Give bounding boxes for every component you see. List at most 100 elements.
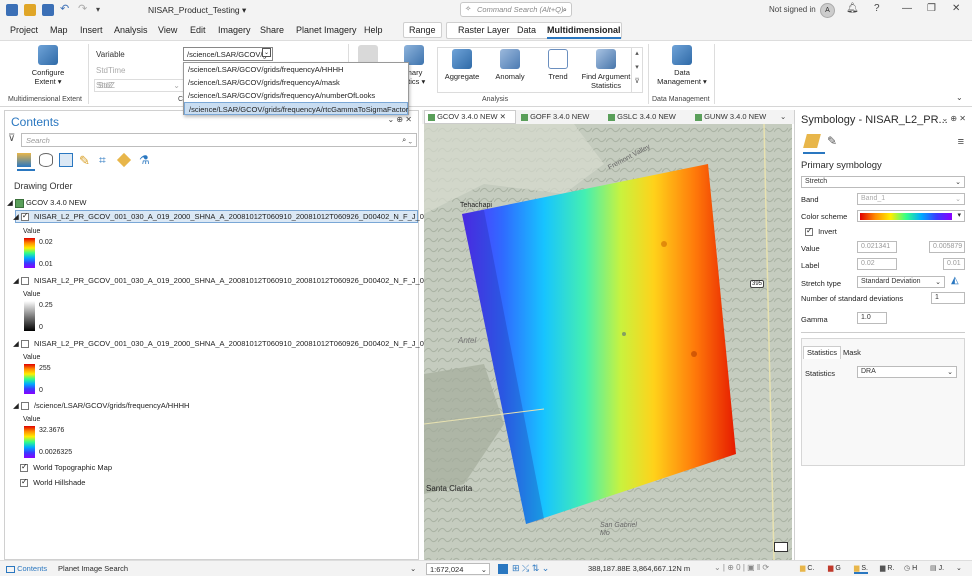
tab-map[interactable]: Map bbox=[50, 25, 68, 35]
close-button[interactable]: ✕ bbox=[952, 3, 960, 14]
pane-options-icon[interactable]: ⌄ ⊕ ✕ bbox=[387, 115, 412, 124]
tab-imagery[interactable]: Imagery bbox=[218, 25, 251, 35]
gallery-scroll[interactable]: ▴ ▾ ⊽ bbox=[631, 47, 642, 93]
label-max-input[interactable]: 0.01 bbox=[943, 258, 965, 270]
tab-help[interactable]: Help bbox=[364, 25, 383, 35]
tab-mask[interactable]: Mask bbox=[843, 348, 861, 357]
contents-search-input[interactable]: Search ⌕ ⌄ bbox=[21, 133, 417, 147]
tab-raster-layer[interactable]: Raster Layer bbox=[458, 25, 510, 35]
collapse-icon[interactable]: ◢ bbox=[13, 276, 19, 285]
histogram-icon[interactable]: ◭ bbox=[951, 275, 959, 286]
num-std-dev-input[interactable]: 1 bbox=[931, 292, 965, 304]
list-by-editing-icon[interactable]: ✎ bbox=[79, 153, 93, 168]
vary-symbology-tab-icon[interactable]: ✎ bbox=[827, 134, 837, 148]
tab-data[interactable]: Data bbox=[517, 25, 536, 35]
label-min-input[interactable]: 0.02 bbox=[857, 258, 897, 270]
dropdown-item[interactable]: /science/LSAR/GCOV/grids/frequencyA/mask bbox=[184, 76, 408, 89]
list-by-data-source-icon[interactable] bbox=[39, 153, 53, 167]
tab-gunw-map[interactable]: GUNW 3.4.0 NEW bbox=[695, 112, 766, 121]
layer-item[interactable]: ◢ NISAR_L2_PR_GCOV_001_030_A_019_2000_SH… bbox=[13, 276, 453, 286]
layer-visibility-checkbox[interactable] bbox=[20, 277, 29, 286]
tab-share[interactable]: Share bbox=[260, 25, 284, 35]
notification-bell-icon[interactable]: 🔔︎ bbox=[846, 3, 859, 14]
layer-visibility-checkbox[interactable] bbox=[20, 462, 28, 473]
planet-image-search-tab[interactable]: Planet Image Search bbox=[58, 564, 128, 573]
tab-multidimensional[interactable]: Multidimensional bbox=[547, 25, 621, 39]
trend-button[interactable]: Trend bbox=[538, 49, 578, 81]
basemap-item[interactable]: World Hillshade bbox=[20, 477, 85, 488]
aggregate-button[interactable]: Aggregate bbox=[442, 49, 482, 81]
invert-checkbox[interactable] bbox=[805, 226, 813, 237]
open-project-icon[interactable] bbox=[24, 4, 36, 16]
list-by-selection-icon[interactable] bbox=[59, 153, 73, 167]
basemap-item[interactable]: World Topographic Map bbox=[20, 462, 112, 473]
anomaly-button[interactable]: Anomaly bbox=[490, 49, 530, 81]
layer-item[interactable]: ◢ NISAR_L2_PR_GCOV_001_030_A_019_2000_SH… bbox=[13, 339, 453, 349]
tab-gslc-map[interactable]: GSLC 3.4.0 NEW bbox=[608, 112, 676, 121]
dropdown-item[interactable]: /science/LSAR/GCOV/grids/frequencyA/numb… bbox=[184, 89, 408, 102]
tab-insert[interactable]: Insert bbox=[80, 25, 103, 35]
grid-icon[interactable] bbox=[498, 564, 508, 574]
pane-options-icon[interactable]: ⌄ ⊕ ✕ bbox=[941, 114, 966, 123]
redo-icon[interactable]: ↷ bbox=[78, 4, 90, 16]
data-management-button[interactable]: Data Management ▾ bbox=[654, 45, 710, 86]
map-item[interactable]: ◢ GCOV 3.4.0 NEW bbox=[7, 198, 86, 208]
chevron-down-icon[interactable]: ⌄ bbox=[956, 564, 962, 572]
tab-goff-map[interactable]: GOFF 3.4.0 NEW bbox=[521, 112, 589, 121]
overview-icon[interactable] bbox=[774, 542, 788, 552]
list-by-perspective-icon[interactable]: ⚗ bbox=[139, 153, 153, 167]
value-min-input[interactable]: 0.021341 bbox=[857, 241, 897, 253]
menu-icon[interactable]: ≡ bbox=[958, 136, 964, 148]
layer-item[interactable]: ◢ NISAR_L2_PR_GCOV_001_030_A_019_2000_SH… bbox=[13, 211, 443, 222]
project-name[interactable]: NISAR_Product_Testing ▾ bbox=[148, 5, 246, 16]
layer-visibility-checkbox[interactable] bbox=[20, 402, 29, 411]
close-icon[interactable]: ✕ bbox=[500, 112, 506, 121]
color-scheme-select[interactable]: ▾ bbox=[857, 210, 965, 222]
bottom-tab-active[interactable]: ▆ S. bbox=[854, 564, 868, 574]
tab-project[interactable]: Project bbox=[10, 25, 38, 35]
find-argument-statistics-button[interactable]: Find Argument Statistics bbox=[580, 49, 632, 90]
dropdown-item[interactable]: /science/LSAR/GCOV/grids/frequencyA/HHHH bbox=[184, 63, 408, 76]
bottom-tab[interactable]: ▤ J. bbox=[930, 564, 944, 572]
tab-analysis[interactable]: Analysis bbox=[114, 25, 148, 35]
tab-range[interactable]: Range bbox=[403, 22, 442, 38]
value-max-input[interactable]: 0.005879 bbox=[929, 241, 965, 253]
layer-item[interactable]: ◢ /science/LSAR/GCOV/grids/frequencyA/HH… bbox=[13, 401, 189, 411]
minimize-button[interactable]: — bbox=[902, 3, 912, 14]
stretch-type-select[interactable]: Standard Deviation ⌄ bbox=[857, 276, 945, 288]
bottom-tab[interactable]: ▆ G bbox=[828, 564, 841, 572]
bottom-tab[interactable]: ▆ R. bbox=[880, 564, 894, 572]
collapse-icon[interactable]: ◢ bbox=[13, 339, 19, 348]
help-button[interactable]: ? bbox=[874, 3, 880, 14]
configure-extent-button[interactable]: Configure Extent ▾ bbox=[26, 45, 70, 86]
variable-select[interactable]: /science/LSAR/GCOV/g ⌄ bbox=[183, 47, 273, 61]
tab-statistics[interactable]: Statistics bbox=[807, 348, 837, 357]
new-project-icon[interactable] bbox=[6, 4, 18, 16]
renderer-select[interactable]: Stretch ⌄ bbox=[801, 176, 965, 188]
restore-button[interactable]: ❐ bbox=[927, 3, 936, 14]
bottom-tab[interactable]: ◷ H bbox=[904, 564, 917, 572]
collapse-ribbon-icon[interactable]: ⌄ bbox=[956, 93, 963, 102]
collapse-icon[interactable]: ◢ bbox=[7, 198, 13, 207]
tabs-overflow-icon[interactable]: ⌄ bbox=[780, 112, 786, 121]
sign-in-status[interactable]: Not signed in bbox=[769, 5, 816, 14]
undo-icon[interactable]: ↶ bbox=[60, 4, 72, 16]
avatar[interactable]: A bbox=[820, 3, 835, 18]
list-by-snapping-icon[interactable]: ⌗ bbox=[99, 153, 113, 167]
tab-gcov-map[interactable]: GCOV 3.4.0 NEW ✕ bbox=[428, 112, 506, 121]
tab-edit[interactable]: Edit bbox=[190, 25, 206, 35]
filter-icon[interactable]: ⊽ bbox=[8, 133, 15, 144]
tab-planet-imagery[interactable]: Planet Imagery bbox=[296, 25, 357, 35]
tab-view[interactable]: View bbox=[158, 25, 177, 35]
contents-tab[interactable]: Contents bbox=[6, 564, 47, 573]
customize-qat-icon[interactable]: ▾ bbox=[96, 4, 108, 16]
navigation-icons[interactable]: ⊞ ⤯ ⇅ ⌄ bbox=[512, 563, 549, 574]
gamma-input[interactable]: 1.0 bbox=[857, 312, 887, 324]
primary-symbology-tab-icon[interactable] bbox=[803, 134, 821, 148]
scale-select[interactable]: 1:672,024 ⌄ bbox=[426, 563, 490, 575]
band-select[interactable]: Band_1 ⌄ bbox=[857, 193, 965, 205]
layer-visibility-checkbox[interactable] bbox=[20, 211, 29, 222]
list-by-drawing-order-icon[interactable] bbox=[17, 153, 31, 167]
collapse-icon[interactable]: ◢ bbox=[13, 401, 19, 410]
dropdown-item-selected[interactable]: /science/LSAR/GCOV/grids/frequencyA/rtcG… bbox=[184, 102, 408, 115]
